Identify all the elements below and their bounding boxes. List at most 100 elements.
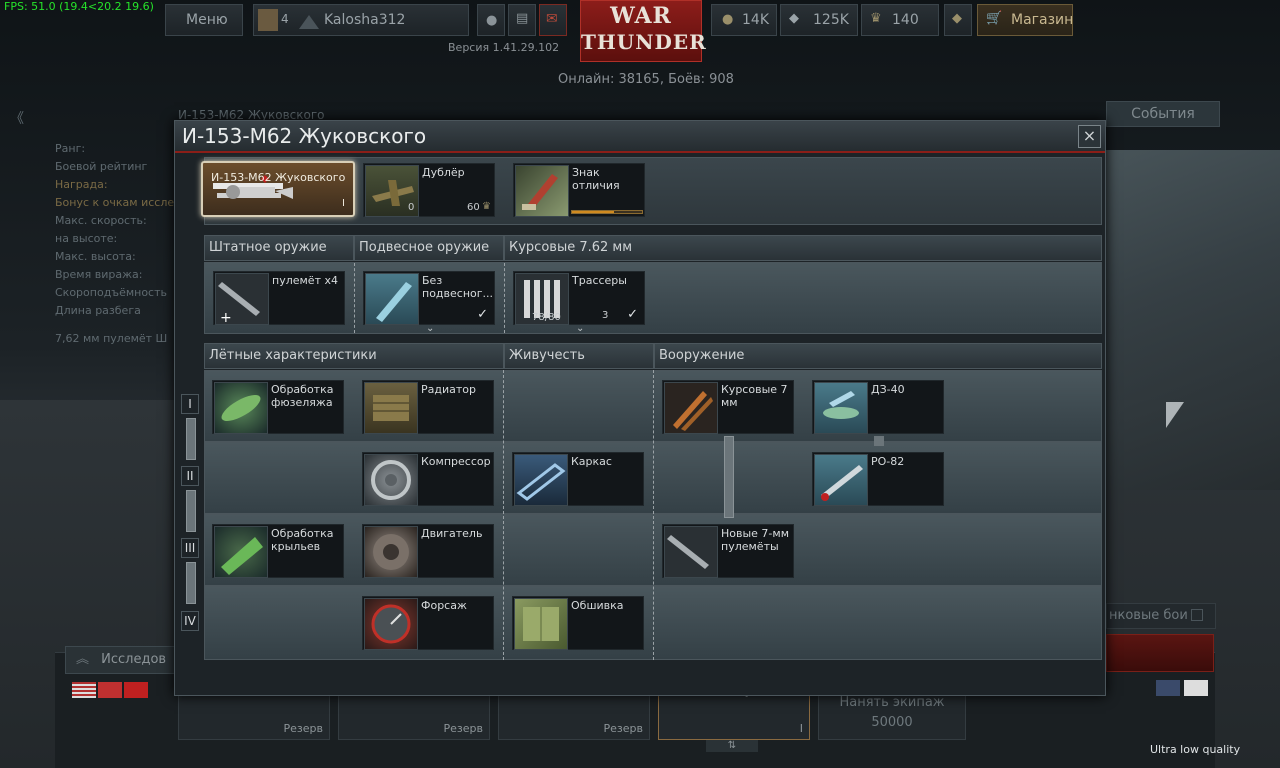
research-button[interactable]: ︽ Исследов	[65, 646, 185, 674]
flag-germany-icon[interactable]	[98, 682, 122, 698]
tier-4: IV	[181, 611, 199, 631]
mod-guns-7mm[interactable]: Курсовые 7 мм	[662, 380, 794, 434]
mod-ro82[interactable]: РО-82	[812, 452, 944, 506]
side-takeoff: Длина разбега	[55, 304, 141, 317]
weapons-header-3: Курсовые 7.62 мм	[504, 235, 1102, 261]
compressor-icon	[364, 454, 418, 506]
eagles-balance: ♛ 140	[861, 4, 939, 36]
quality-label: Ultra low quality	[1150, 743, 1241, 756]
backup-count: 0	[408, 202, 415, 213]
menu-button[interactable]: Меню	[165, 4, 243, 36]
side-climb: Скороподъёмность	[55, 286, 167, 299]
checkbox-icon[interactable]	[1191, 609, 1203, 621]
tier-bar	[186, 562, 196, 604]
flag-japan-icon[interactable]	[1184, 680, 1208, 696]
flag-usa-icon[interactable]	[72, 682, 96, 698]
mod-engine[interactable]: Двигатель	[362, 524, 494, 578]
bomb-rack-icon	[814, 382, 868, 434]
decal-label: Знак отличия	[572, 166, 620, 192]
gauge-icon	[364, 598, 418, 650]
shop-button[interactable]: 🛒 Магазин	[977, 4, 1073, 36]
tier-2: II	[181, 466, 199, 486]
country-flags[interactable]	[72, 682, 150, 744]
mod-radiator[interactable]: Радиатор	[362, 380, 494, 434]
backup-slot[interactable]: Дублёр 0 60 ♛	[363, 163, 495, 217]
scene-right	[1105, 150, 1280, 490]
logo-line1: WAR	[610, 3, 672, 29]
cart-icon: 🛒	[986, 11, 1003, 26]
slot-status: Резерв	[283, 722, 323, 735]
eagle-icon: ♛	[870, 11, 882, 26]
hire-price: 50000	[871, 715, 913, 730]
weapon-slot-primary[interactable]: + пулемёт x4	[213, 271, 345, 325]
chevron-down-icon[interactable]: ⌄	[576, 323, 584, 334]
flag-ussr-icon[interactable]	[124, 682, 148, 698]
mod-compressor[interactable]: Компрессор	[362, 452, 494, 506]
eagle-icon: ♛	[482, 201, 491, 212]
premium-icon[interactable]: ◆	[944, 4, 972, 36]
unit-rank: I	[342, 198, 345, 209]
mail-icon[interactable]: ✉	[539, 4, 567, 36]
ammo-sets: 3	[602, 310, 609, 321]
mod-dz40[interactable]: ДЗ-40	[812, 380, 944, 434]
unit-name: И-153-М62 Жуковского	[211, 171, 346, 184]
mod-connector	[874, 436, 884, 446]
rocket-icon	[814, 454, 868, 506]
mod-label: Обшивка	[571, 599, 624, 612]
side-bonus: Бонус к очкам иссле	[55, 196, 175, 209]
mod-label: Радиатор	[421, 383, 476, 396]
game-logo[interactable]: WAR THUNDER	[580, 0, 706, 62]
ammo-count: 78/80	[532, 312, 561, 323]
mod-label: Обработка фюзеляжа	[271, 383, 334, 409]
profile-icon[interactable]: ●	[477, 4, 505, 36]
version-text: Версия 1.41.29.102	[448, 41, 560, 54]
checkmark-icon: ✓	[627, 307, 638, 322]
divider	[653, 370, 654, 660]
shells-icon	[664, 382, 718, 434]
close-button[interactable]: ×	[1078, 125, 1101, 148]
mod-frame[interactable]: Каркас	[512, 452, 644, 506]
mod-skin[interactable]: Обшивка	[512, 596, 644, 650]
menu-label: Меню	[186, 12, 228, 28]
swap-arrows-icon[interactable]: ⇅	[706, 740, 758, 752]
backup-price: 60	[467, 202, 480, 213]
weapon-label: Трассеры	[572, 274, 627, 287]
silver-value: 125K	[813, 12, 849, 28]
online-text: Онлайн: 38165, Боёв: 908	[558, 72, 734, 87]
tier-bar	[186, 418, 196, 460]
mod-header-armament: Вооружение	[654, 343, 1102, 369]
mod-afterburner[interactable]: Форсаж	[362, 596, 494, 650]
machinegun-icon	[664, 526, 718, 578]
weapon-slot-secondary[interactable]: Без подвесног... ✓ ⌄	[363, 271, 495, 334]
player-panel[interactable]: 4 Kalosha312	[253, 4, 469, 36]
mod-header-survivability: Живучесть	[504, 343, 654, 369]
divider	[503, 370, 504, 660]
battle-button[interactable]	[1106, 634, 1214, 672]
unit-slot-selected[interactable]: И-153-М62 Жуковского I	[201, 161, 355, 217]
side-turn: Время виража:	[55, 268, 143, 281]
player-rank: 4	[281, 12, 289, 26]
mod-fuselage[interactable]: Обработка фюзеляжа	[212, 380, 344, 434]
mod-new-guns[interactable]: Новые 7-мм пулемёты	[662, 524, 794, 578]
mod-wings[interactable]: Обработка крыльев	[212, 524, 344, 578]
collapse-arrow-icon[interactable]: 《	[10, 108, 24, 128]
chat-icon[interactable]: ▤	[508, 4, 536, 36]
decal-slot[interactable]: Знак отличия	[513, 163, 645, 217]
rank-icon	[299, 13, 319, 29]
divider	[354, 263, 355, 333]
tank-battles-toggle[interactable]: нковые бои	[1106, 603, 1216, 629]
flag-uk-icon[interactable]	[1156, 680, 1180, 696]
silver-balance: ◆ 125K	[780, 4, 858, 36]
backup-label: Дублёр	[422, 166, 465, 179]
modification-window: И-153-М62 Жуковского × И-153-М62 Жуковск…	[174, 120, 1106, 696]
side-br: Боевой рейтинг	[55, 160, 148, 173]
checkmark-icon: ✓	[477, 307, 488, 322]
mod-label: Форсаж	[421, 599, 467, 612]
weapon-slot-ammo[interactable]: Трассеры 78/80 3 ✓ ⌄	[513, 271, 645, 334]
chevron-down-icon[interactable]: ⌄	[426, 323, 434, 334]
slot-status: Резерв	[603, 722, 643, 735]
mod-label: Двигатель	[421, 527, 483, 540]
side-maxspeed: Макс. скорость:	[55, 214, 147, 227]
mouse-cursor-icon	[1166, 402, 1184, 428]
events-button[interactable]: События	[1106, 101, 1220, 127]
